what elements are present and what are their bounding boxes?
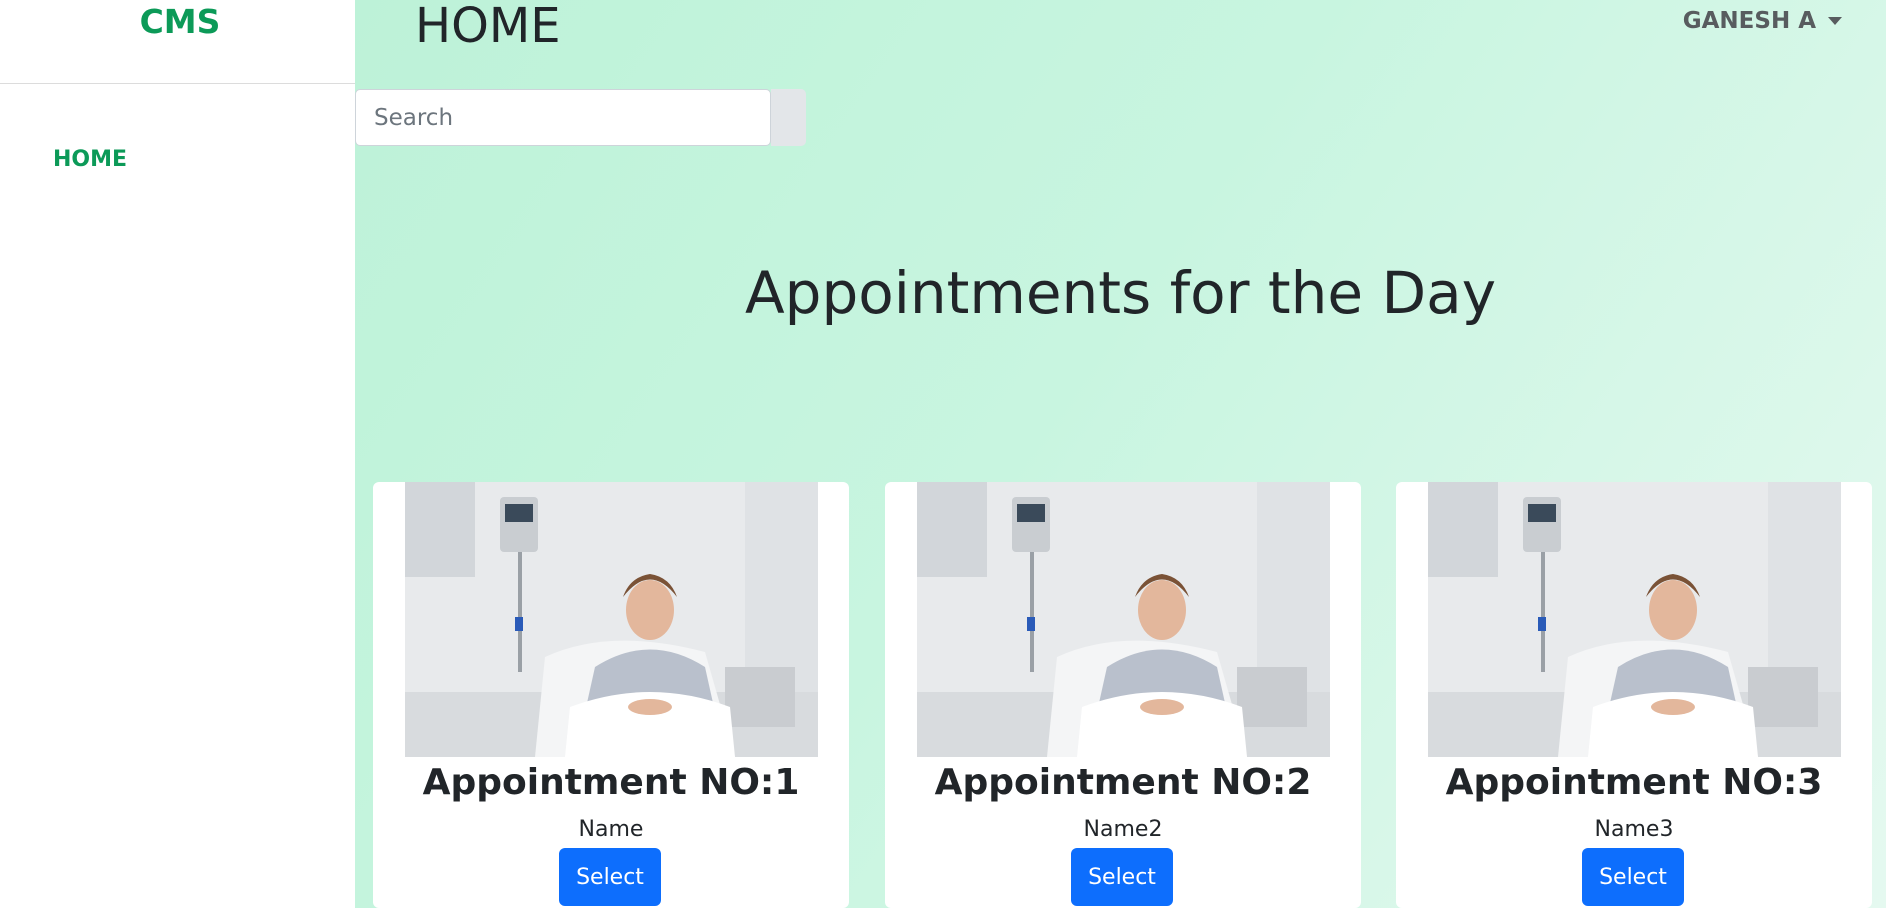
- user-menu-dropdown[interactable]: GANESH A: [1683, 8, 1842, 34]
- select-button[interactable]: Select: [1582, 848, 1684, 906]
- patient-photo: [917, 482, 1330, 757]
- patient-name: Name: [578, 817, 644, 842]
- select-button[interactable]: Select: [1071, 848, 1173, 906]
- sidebar: CMS HOME: [0, 0, 355, 908]
- user-name: GANESH A: [1682, 8, 1816, 34]
- patient-name: Name3: [1594, 817, 1674, 842]
- search-button[interactable]: [771, 89, 806, 146]
- appointment-title: Appointment NO:2: [934, 762, 1312, 803]
- appointment-title: Appointment NO:3: [1445, 762, 1823, 803]
- patient-photo: [405, 482, 818, 757]
- appointment-card: Appointment NO:3 Name3 Select: [1396, 482, 1872, 908]
- appointments-heading: Appointments for the Day: [744, 259, 1497, 327]
- appointment-card: Appointment NO:1 Name Select: [373, 482, 849, 908]
- brand-header: CMS: [0, 0, 355, 84]
- appointment-title: Appointment NO:1: [422, 762, 800, 803]
- brand-logo[interactable]: CMS: [0, 2, 360, 42]
- page-title: HOME: [415, 0, 561, 54]
- appointment-card: Appointment NO:2 Name2 Select: [885, 482, 1361, 908]
- patient-photo: [1428, 482, 1841, 757]
- chevron-down-icon: [1828, 17, 1842, 25]
- select-button[interactable]: Select: [559, 848, 661, 906]
- sidebar-item-home[interactable]: HOME: [53, 145, 127, 175]
- main-content: HOME GANESH A Appointments for the Day: [355, 0, 1886, 908]
- search-input[interactable]: [355, 89, 771, 146]
- search-bar: [355, 89, 806, 146]
- patient-name: Name2: [1083, 817, 1163, 842]
